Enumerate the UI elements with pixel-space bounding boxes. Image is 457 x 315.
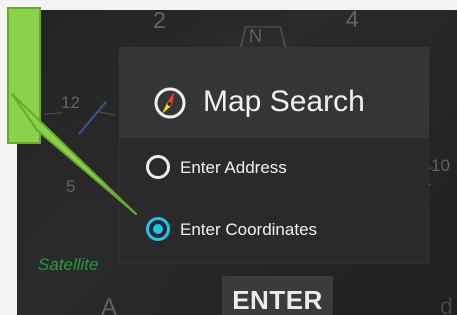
north-label: N bbox=[249, 26, 262, 46]
enter-coordinates-option[interactable]: Enter Coordinates bbox=[146, 217, 317, 241]
compass-icon bbox=[154, 87, 186, 119]
dial-number-4: 4 bbox=[346, 10, 359, 32]
bottom-left-letter: A bbox=[101, 294, 118, 315]
enter-address-option[interactable]: Enter Address bbox=[146, 155, 287, 179]
enter-address-label: Enter Address bbox=[180, 157, 287, 177]
enter-coordinates-label: Enter Coordinates bbox=[180, 219, 318, 239]
map-screen: 2 N 4 12 10 5 Satellite A d Map Search E… bbox=[17, 10, 457, 315]
blue-map-line bbox=[78, 101, 107, 135]
enter-address-radio[interactable] bbox=[146, 155, 170, 179]
dialog-title: Map Search bbox=[203, 85, 365, 118]
dial-number-12: 12 bbox=[61, 93, 80, 112]
screenshot-stage: 2 N 4 12 10 5 Satellite A d Map Search E… bbox=[0, 0, 457, 315]
enter-coordinates-radio[interactable] bbox=[146, 217, 170, 241]
dial-number-5: 5 bbox=[66, 177, 76, 196]
enter-button[interactable]: ENTER bbox=[222, 276, 333, 315]
bottom-right-letter: d bbox=[440, 293, 453, 315]
map-search-dialog: Map Search Enter Address Enter Coordinat… bbox=[119, 47, 429, 264]
dial-number-2: 2 bbox=[153, 10, 166, 33]
dial-number-10: 10 bbox=[431, 156, 450, 175]
satellite-label: Satellite bbox=[38, 255, 99, 274]
dial-tick bbox=[44, 112, 64, 115]
dial-tick bbox=[98, 111, 116, 116]
